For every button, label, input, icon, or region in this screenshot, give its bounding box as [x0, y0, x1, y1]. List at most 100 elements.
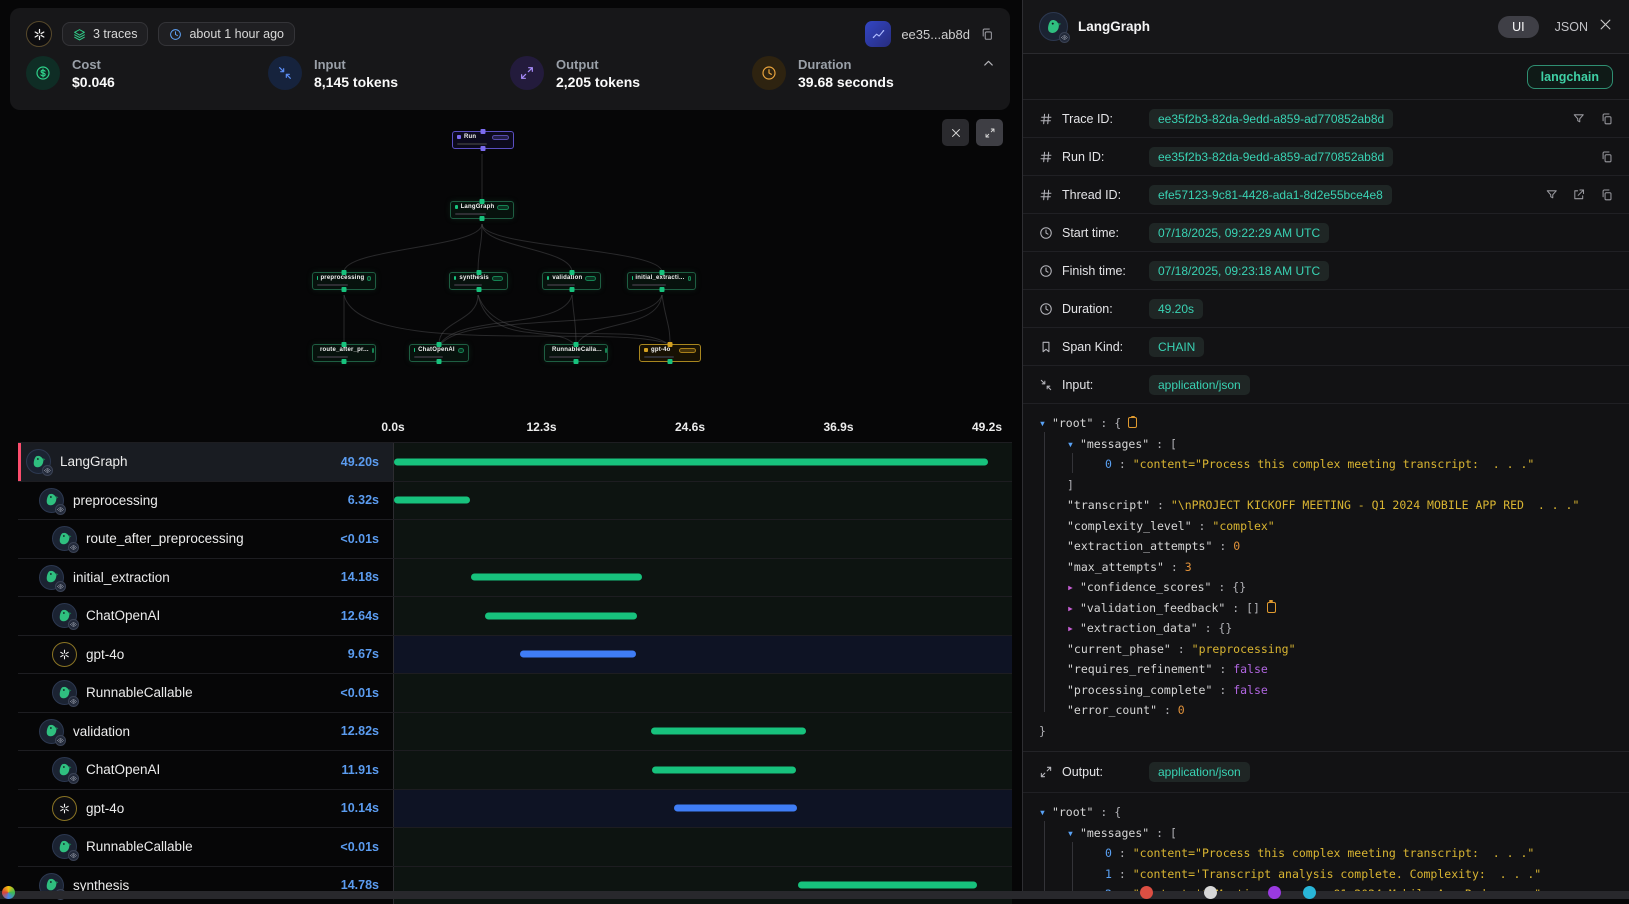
json-toggle-arrow[interactable]: ▸ — [1067, 601, 1074, 615]
field-actions — [1572, 112, 1613, 126]
json-line: ▾"messages" : [ — [1039, 823, 1619, 844]
langchain-icon — [52, 680, 77, 705]
json-token: "complex" — [1212, 519, 1274, 533]
graph-close-button[interactable] — [942, 119, 969, 146]
timeline-row-langgraph[interactable]: LangGraph 49.20s — [18, 442, 1012, 481]
json-token: "current_phase" — [1067, 642, 1171, 656]
timeline-row-preprocessing[interactable]: preprocessing 6.32s — [18, 481, 1012, 520]
trend-chart-button[interactable] — [865, 21, 891, 47]
node-label: RunnableCalla... — [552, 347, 602, 353]
langchain-tag[interactable]: langchain — [1527, 65, 1613, 89]
tree-guide — [1044, 432, 1045, 712]
copy-icon[interactable] — [1600, 112, 1614, 126]
taskbar-app-icon[interactable] — [1303, 886, 1316, 899]
json-token: "confidence_scores" — [1080, 580, 1212, 594]
graph-expand-button[interactable] — [976, 119, 1003, 146]
taskbar-app-icon[interactable] — [1268, 886, 1281, 899]
json-token: : — [1150, 498, 1171, 512]
json-token: : — [1212, 539, 1233, 553]
span-name: ChatOpenAI — [86, 608, 160, 623]
collapse-stats-button[interactable] — [981, 56, 996, 76]
external-icon[interactable] — [1572, 188, 1586, 202]
field-value-pill: 49.20s — [1149, 299, 1203, 319]
timeline-row-runnablecallable[interactable]: RunnableCallable <0.01s — [18, 827, 1012, 866]
timeline-row-initial_extraction[interactable]: initial_extraction 14.18s — [18, 558, 1012, 597]
json-token: : { — [1093, 805, 1121, 819]
json-toggle-arrow[interactable]: ▸ — [1067, 621, 1074, 635]
copy-icon[interactable] — [1600, 188, 1614, 202]
tree-guide — [1072, 453, 1073, 473]
filter-icon[interactable] — [1572, 112, 1586, 126]
tab-json[interactable]: JSON — [1555, 20, 1588, 34]
tab-ui[interactable]: UI — [1498, 16, 1539, 38]
json-toggle-arrow[interactable]: ▾ — [1067, 826, 1074, 840]
graph-node-route-after-pr-[interactable]: route_after_pr... — [312, 344, 376, 362]
json-line: "current_phase" : "preprocessing" — [1039, 639, 1619, 660]
copy-icon[interactable] — [980, 27, 994, 41]
json-token: 0 — [1105, 846, 1112, 860]
filter-icon[interactable] — [1545, 188, 1559, 202]
json-toggle-arrow[interactable]: ▾ — [1039, 416, 1046, 430]
hash-icon — [1039, 188, 1053, 202]
langchain-icon — [26, 449, 51, 474]
span-name: validation — [73, 724, 130, 739]
timeline-row-runnablecallable[interactable]: RunnableCallable <0.01s — [18, 673, 1012, 712]
json-token: : — [1112, 457, 1133, 471]
axis-tick: 24.6s — [675, 420, 705, 434]
json-line: "extraction_attempts" : 0 — [1039, 536, 1619, 557]
span-duration: 12.64s — [341, 609, 393, 623]
taskbar[interactable] — [0, 891, 1629, 899]
panel-close-button[interactable] — [1598, 17, 1613, 37]
eye-badge-icon — [68, 542, 79, 553]
graph-node-runnablecalla-[interactable]: RunnableCalla... — [544, 344, 608, 362]
field-value-pill: ee35f2b3-82da-9edd-a859-ad770852ab8d — [1149, 109, 1393, 129]
copy-icon[interactable] — [1600, 150, 1614, 164]
graph-node-run[interactable]: Run — [452, 131, 514, 149]
traces-count-badge[interactable]: 3 traces — [62, 22, 148, 46]
node-label: preprocessing — [320, 275, 364, 281]
eye-badge-icon — [55, 504, 66, 515]
graph-node-chatopenai[interactable]: ChatOpenAI — [409, 344, 469, 362]
timeline-row-chatopenai[interactable]: ChatOpenAI 11.91s — [18, 750, 1012, 789]
stat-value: 39.68 seconds — [798, 74, 894, 90]
tree-guide — [1072, 842, 1073, 898]
stat-label: Output — [556, 57, 640, 72]
span-name: RunnableCallable — [86, 685, 193, 700]
json-toggle-arrow[interactable]: ▾ — [1039, 805, 1046, 819]
json-line: ▸"extraction_data" : {} — [1039, 618, 1619, 639]
taskbar-app-icon[interactable] — [1140, 886, 1153, 899]
graph-node-synthesis[interactable]: synthesis — [449, 272, 508, 290]
node-type-icon — [414, 348, 415, 352]
json-token: : {} — [1212, 580, 1247, 594]
json-token: "extraction_attempts" — [1067, 539, 1212, 553]
graph-node-validation[interactable]: validation — [542, 272, 601, 290]
stat-value: 2,205 tokens — [556, 74, 640, 90]
json-toggle-arrow[interactable]: ▸ — [1067, 580, 1074, 594]
eye-badge-icon — [68, 773, 79, 784]
node-label: validation — [552, 275, 582, 281]
timeline-row-validation[interactable]: validation 12.82s — [18, 712, 1012, 751]
span-name: preprocessing — [73, 493, 158, 508]
copy-json-icon[interactable] — [1267, 602, 1276, 613]
clock-icon — [752, 56, 786, 90]
node-badge — [372, 348, 374, 353]
json-toggle-arrow[interactable]: ▾ — [1067, 437, 1074, 451]
node-subtitle — [455, 213, 486, 216]
node-type-icon — [455, 205, 458, 209]
timeline-row-route_after_preprocessing[interactable]: route_after_preprocessing <0.01s — [18, 519, 1012, 558]
timeline-row-gpt-4o[interactable]: gpt-4o 10.14s — [18, 789, 1012, 828]
taskbar-app-icon[interactable] — [1204, 886, 1217, 899]
eye-badge-icon — [42, 465, 53, 476]
copy-json-icon[interactable] — [1128, 417, 1137, 428]
timeline-row-chatopenai[interactable]: ChatOpenAI 12.64s — [18, 596, 1012, 635]
json-token: "messages" — [1080, 437, 1149, 451]
field-actions — [1545, 188, 1614, 202]
graph-node-gpt-4o[interactable]: gpt-4o — [639, 344, 701, 362]
timeline-row-gpt-4o[interactable]: gpt-4o 9.67s — [18, 635, 1012, 674]
node-label: synthesis — [459, 275, 488, 281]
timeline-rows: LangGraph 49.20s preprocessing 6.32s r — [18, 442, 1012, 904]
graph-node-preprocessing[interactable]: preprocessing — [312, 272, 376, 290]
taskbar-app-icon[interactable] — [2, 886, 15, 899]
graph-node-initial-extracti-[interactable]: initial_extracti... — [627, 272, 696, 290]
graph-node-langgraph[interactable]: LangGraph — [450, 201, 514, 219]
